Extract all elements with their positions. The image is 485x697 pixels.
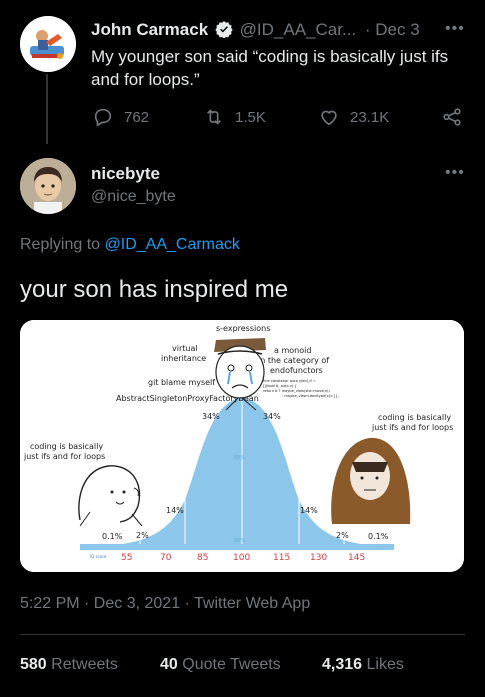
retweets-count: 580 [20,656,47,673]
right-label-2: just ifs and for loops [371,423,453,432]
reply-tweet-text: your son has inspired me [20,276,289,303]
iq-tick-130: 130 [310,553,327,563]
quotes-label: Quote Tweets [182,656,281,673]
like-count: 23.1K [350,108,390,126]
retweets-stat[interactable]: 580 Retweets [20,656,118,674]
reply-author-handle[interactable]: @nice_byte [91,188,176,206]
likes-label: Likes [366,656,404,673]
like-button[interactable]: 23.1K [318,106,389,128]
label-virtual-1: virtual [172,344,198,353]
label-virtual-2: inheritance [161,354,206,363]
label-monoid-2: in the category of [258,356,329,365]
left-label-2: just ifs and for loops [23,452,105,461]
iq-label: IQ score [90,554,107,559]
label-code-4: : maybe_view<decltype(x)>{}; [282,394,339,398]
iq-tick-115: 115 [273,553,290,563]
share-button[interactable] [441,106,463,128]
quote-tweets-stat[interactable]: 40 Quote Tweets [160,656,281,674]
pct-3: 14% [166,506,184,515]
retweet-button[interactable]: 1.5K [203,106,266,128]
pct-2: 2% [136,531,149,540]
iq-tick-70: 70 [160,553,172,563]
reply-author-name[interactable]: nicebyte [91,164,160,184]
parent-date[interactable]: Dec 3 [375,20,419,39]
quotes-count: 40 [160,656,178,673]
replying-to-prefix: Replying to [20,236,101,253]
pct-6: 14% [300,506,318,515]
verified-badge-icon [215,20,233,43]
iq-tick-55: 55 [121,553,132,563]
pct-5: 34% [263,412,281,421]
label-monoid-3: endofunctors [270,366,323,375]
reply-icon [94,108,112,127]
likes-count: 4,316 [322,656,363,673]
more-options-icon[interactable]: ••• [445,20,465,38]
divider-top [20,634,465,635]
date-separator: · [364,20,371,39]
heart-icon [321,110,337,126]
iq-tick-145: 145 [348,553,365,563]
carmack-avatar[interactable] [20,16,76,72]
center-faint-95: 95% [234,538,245,544]
meme-image[interactable]: s-expressions virtual inheritance a mono… [20,320,464,572]
label-monoid-1: a monoid [274,346,311,355]
tweet-timestamp[interactable]: 5:22 PM · Dec 3, 2021 · Twitter Web App [20,595,310,613]
share-icon [443,108,461,126]
center-faint-68: 68% [234,455,245,461]
reply-more-options-icon[interactable]: ••• [445,164,465,182]
parent-author-name[interactable]: John Carmack [91,20,208,39]
label-git-blame: git blame myself [148,378,215,387]
right-label-1: coding is basically [378,413,451,422]
thread-connector [46,74,48,144]
iq-tick-100: 100 [233,553,250,563]
label-code-1: inline constexpr auto yield_if = [260,379,316,383]
nicebyte-avatar[interactable] [20,158,76,214]
likes-stat[interactable]: 4,316 Likes [322,656,404,674]
label-code-3: return b ? maybe_view(std::move(x)) [263,389,330,393]
pct-4: 34% [202,412,220,421]
label-s-expressions: s-expressions [216,324,270,333]
pct-8: 0.1% [368,532,389,541]
pct-7: 2% [336,531,349,540]
reply-count: 762 [124,108,150,126]
retweet-icon [206,109,222,125]
label-code-2: [](bool b, auto x) { [263,384,297,388]
parent-author-handle[interactable]: @ID_AA_Car... [240,20,356,39]
iq-tick-85: 85 [197,553,208,563]
pct-1: 0.1% [102,532,123,541]
parent-tweet-text: My younger son said “coding is basically… [91,47,449,89]
reply-button[interactable]: 762 [92,106,149,128]
left-label-1: coding is basically [30,442,103,451]
retweets-label: Retweets [51,656,118,673]
retweet-count: 1.5K [235,108,266,126]
replying-to-link[interactable]: @ID_AA_Carmack [105,236,240,253]
